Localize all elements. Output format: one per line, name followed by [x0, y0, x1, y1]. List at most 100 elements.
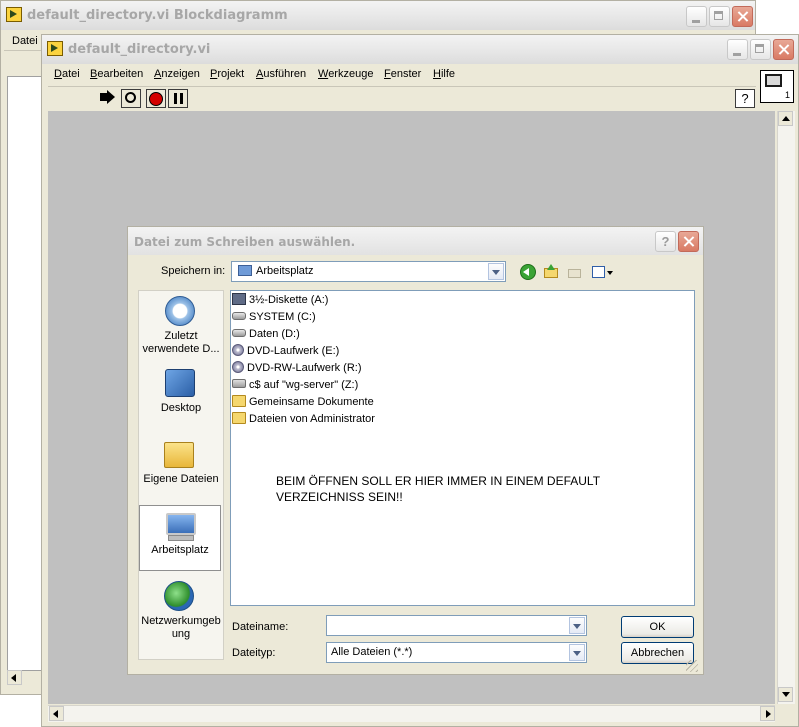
dialog-help-button[interactable]: ?: [655, 231, 676, 252]
run-arrow-icon: [100, 93, 107, 101]
chevron-down-icon[interactable]: [569, 617, 585, 634]
front-panel-titlebar[interactable]: default_directory.vi: [42, 35, 798, 64]
list-item[interactable]: DVD-Laufwerk (E:): [232, 343, 339, 360]
horizontal-scrollbar[interactable]: [48, 705, 775, 722]
annotation-line2: VERZEICHNISS SEIN!!: [276, 490, 403, 504]
list-item[interactable]: SYSTEM (C:): [232, 309, 316, 326]
desktop-icon: [165, 369, 195, 397]
front-panel-menubar: Datei Bearbeiten Anzeigen Projekt Ausführen W…: [48, 64, 756, 84]
minimize-button[interactable]: [686, 6, 707, 27]
annotation-line1: BEIM ÖFFNEN SOLL ER HIER IMMER IN EINEM …: [276, 474, 601, 488]
menu-item-ausführen[interactable]: Ausführen: [256, 65, 306, 83]
cancel-button[interactable]: Abbrechen: [621, 642, 694, 664]
folder-icon: [232, 412, 246, 424]
scroll-right-arrow[interactable]: [760, 706, 775, 721]
minimize-button[interactable]: [727, 39, 748, 60]
list-item-label: Gemeinsame Dokumente: [249, 396, 374, 408]
file-dialog-title: Datei zum Schreiben auswählen.: [134, 235, 356, 249]
computer-icon: [238, 265, 252, 276]
run-continuously-icon: [125, 92, 136, 103]
dialog-close-button[interactable]: [678, 231, 699, 252]
scroll-left-arrow[interactable]: [49, 706, 64, 721]
pause-icon: [174, 93, 177, 104]
menu-item-datei[interactable]: Datei: [54, 65, 80, 83]
scroll-up-arrow[interactable]: [778, 111, 793, 126]
back-arrow-icon: [523, 268, 529, 276]
place-label-line2: ung: [171, 628, 191, 640]
pause-button[interactable]: [168, 89, 188, 108]
ok-button[interactable]: OK: [621, 616, 694, 638]
menu-item-hilfe[interactable]: Hilfe: [433, 65, 455, 83]
view-menu-icon: [592, 266, 605, 278]
menu-item-werkzeuge[interactable]: Werkzeuge: [318, 65, 373, 83]
up-one-level-button[interactable]: [543, 264, 559, 280]
place-item-my-documents[interactable]: Eigene Dateien: [139, 436, 223, 490]
abort-execution-button[interactable]: [146, 89, 166, 108]
dvd-drive-icon: [232, 361, 244, 373]
resize-grip[interactable]: [686, 660, 698, 672]
network-drive-icon: [232, 379, 246, 388]
menu-item-datei[interactable]: Datei: [12, 32, 38, 50]
back-button[interactable]: [520, 264, 536, 280]
block-diagram-canvas[interactable]: [7, 76, 43, 671]
file-list[interactable]: [230, 290, 695, 606]
list-item-label: SYSTEM (C:): [249, 311, 316, 323]
recent-documents-icon: [165, 296, 195, 326]
list-item[interactable]: c$ auf "wg-server" (Z:): [232, 377, 358, 394]
new-folder-button[interactable]: [567, 265, 584, 280]
menu-item-anzeigen[interactable]: Anzeigen: [154, 65, 200, 83]
list-item[interactable]: Gemeinsame Dokumente: [232, 394, 374, 411]
list-item[interactable]: 3½-Diskette (A:): [232, 292, 328, 309]
scroll-left-arrow[interactable]: [7, 670, 22, 685]
view-menu-button[interactable]: [591, 265, 615, 280]
menu-item-fenster[interactable]: Fenster: [384, 65, 421, 83]
filetype-dropdown[interactable]: Alle Dateien (*.*): [326, 642, 587, 663]
floppy-icon: [232, 293, 246, 305]
stop-icon: [149, 92, 163, 106]
chevron-down-icon[interactable]: [569, 644, 585, 661]
list-item[interactable]: DVD-RW-Laufwerk (R:): [232, 360, 362, 377]
labview-vi-icon: [6, 7, 22, 22]
filename-input[interactable]: [326, 615, 587, 636]
help-icon: ?: [741, 91, 749, 106]
place-item-network[interactable]: Netzwerkumgeb ung: [139, 578, 223, 644]
place-item-my-computer[interactable]: Arbeitsplatz: [139, 505, 221, 571]
network-icon: [164, 581, 194, 611]
hard-drive-icon: [232, 312, 246, 320]
place-item-recent[interactable]: Zuletzt verwendete D...: [139, 292, 223, 360]
filename-label: Dateiname:: [232, 621, 289, 633]
menu-item-projekt[interactable]: Projekt: [210, 65, 244, 83]
save-in-dropdown[interactable]: Arbeitsplatz: [231, 261, 506, 282]
file-dialog-titlebar[interactable]: Datei zum Schreiben auswählen. ?: [128, 227, 703, 255]
maximize-button[interactable]: [750, 39, 771, 60]
place-label-line1: Zuletzt: [164, 330, 198, 342]
maximize-button[interactable]: [709, 6, 730, 27]
annotation-text: BEIM ÖFFNEN SOLL ER HIER IMMER IN EINEM …: [276, 473, 600, 505]
context-help-button[interactable]: ?: [735, 89, 755, 108]
block-diagram-titlebar[interactable]: default_directory.vi Blockdiagramm: [1, 1, 755, 30]
close-button[interactable]: [732, 6, 753, 27]
run-continuously-button[interactable]: [121, 89, 141, 108]
hard-drive-icon: [232, 329, 246, 337]
scroll-down-arrow[interactable]: [778, 687, 793, 702]
menu-item-bearbeiten[interactable]: Bearbeiten: [90, 65, 143, 83]
place-item-desktop[interactable]: Desktop: [139, 366, 223, 420]
vertical-scrollbar[interactable]: [777, 111, 795, 704]
close-button[interactable]: [773, 39, 794, 60]
list-item[interactable]: Daten (D:): [232, 326, 300, 343]
save-in-value: Arbeitsplatz: [256, 265, 314, 277]
list-item-label: DVD-RW-Laufwerk (R:): [247, 362, 362, 374]
place-label-line2: verwendete D...: [142, 343, 220, 355]
place-label: Desktop: [160, 402, 202, 414]
my-computer-icon: [166, 513, 196, 535]
save-in-label: Speichern in:: [161, 265, 226, 277]
run-arrow-button[interactable]: [98, 89, 118, 108]
list-item-label: DVD-Laufwerk (E:): [247, 345, 340, 357]
block-diagram-title: default_directory.vi Blockdiagramm: [27, 8, 288, 23]
list-item[interactable]: Dateien von Administrator: [232, 411, 375, 428]
chevron-down-icon[interactable]: [488, 263, 504, 280]
vi-icon-pane[interactable]: 1: [760, 70, 794, 103]
labview-vi-icon: [47, 41, 63, 56]
place-label: Eigene Dateien: [143, 473, 219, 485]
list-item-label: Daten (D:): [249, 328, 300, 340]
